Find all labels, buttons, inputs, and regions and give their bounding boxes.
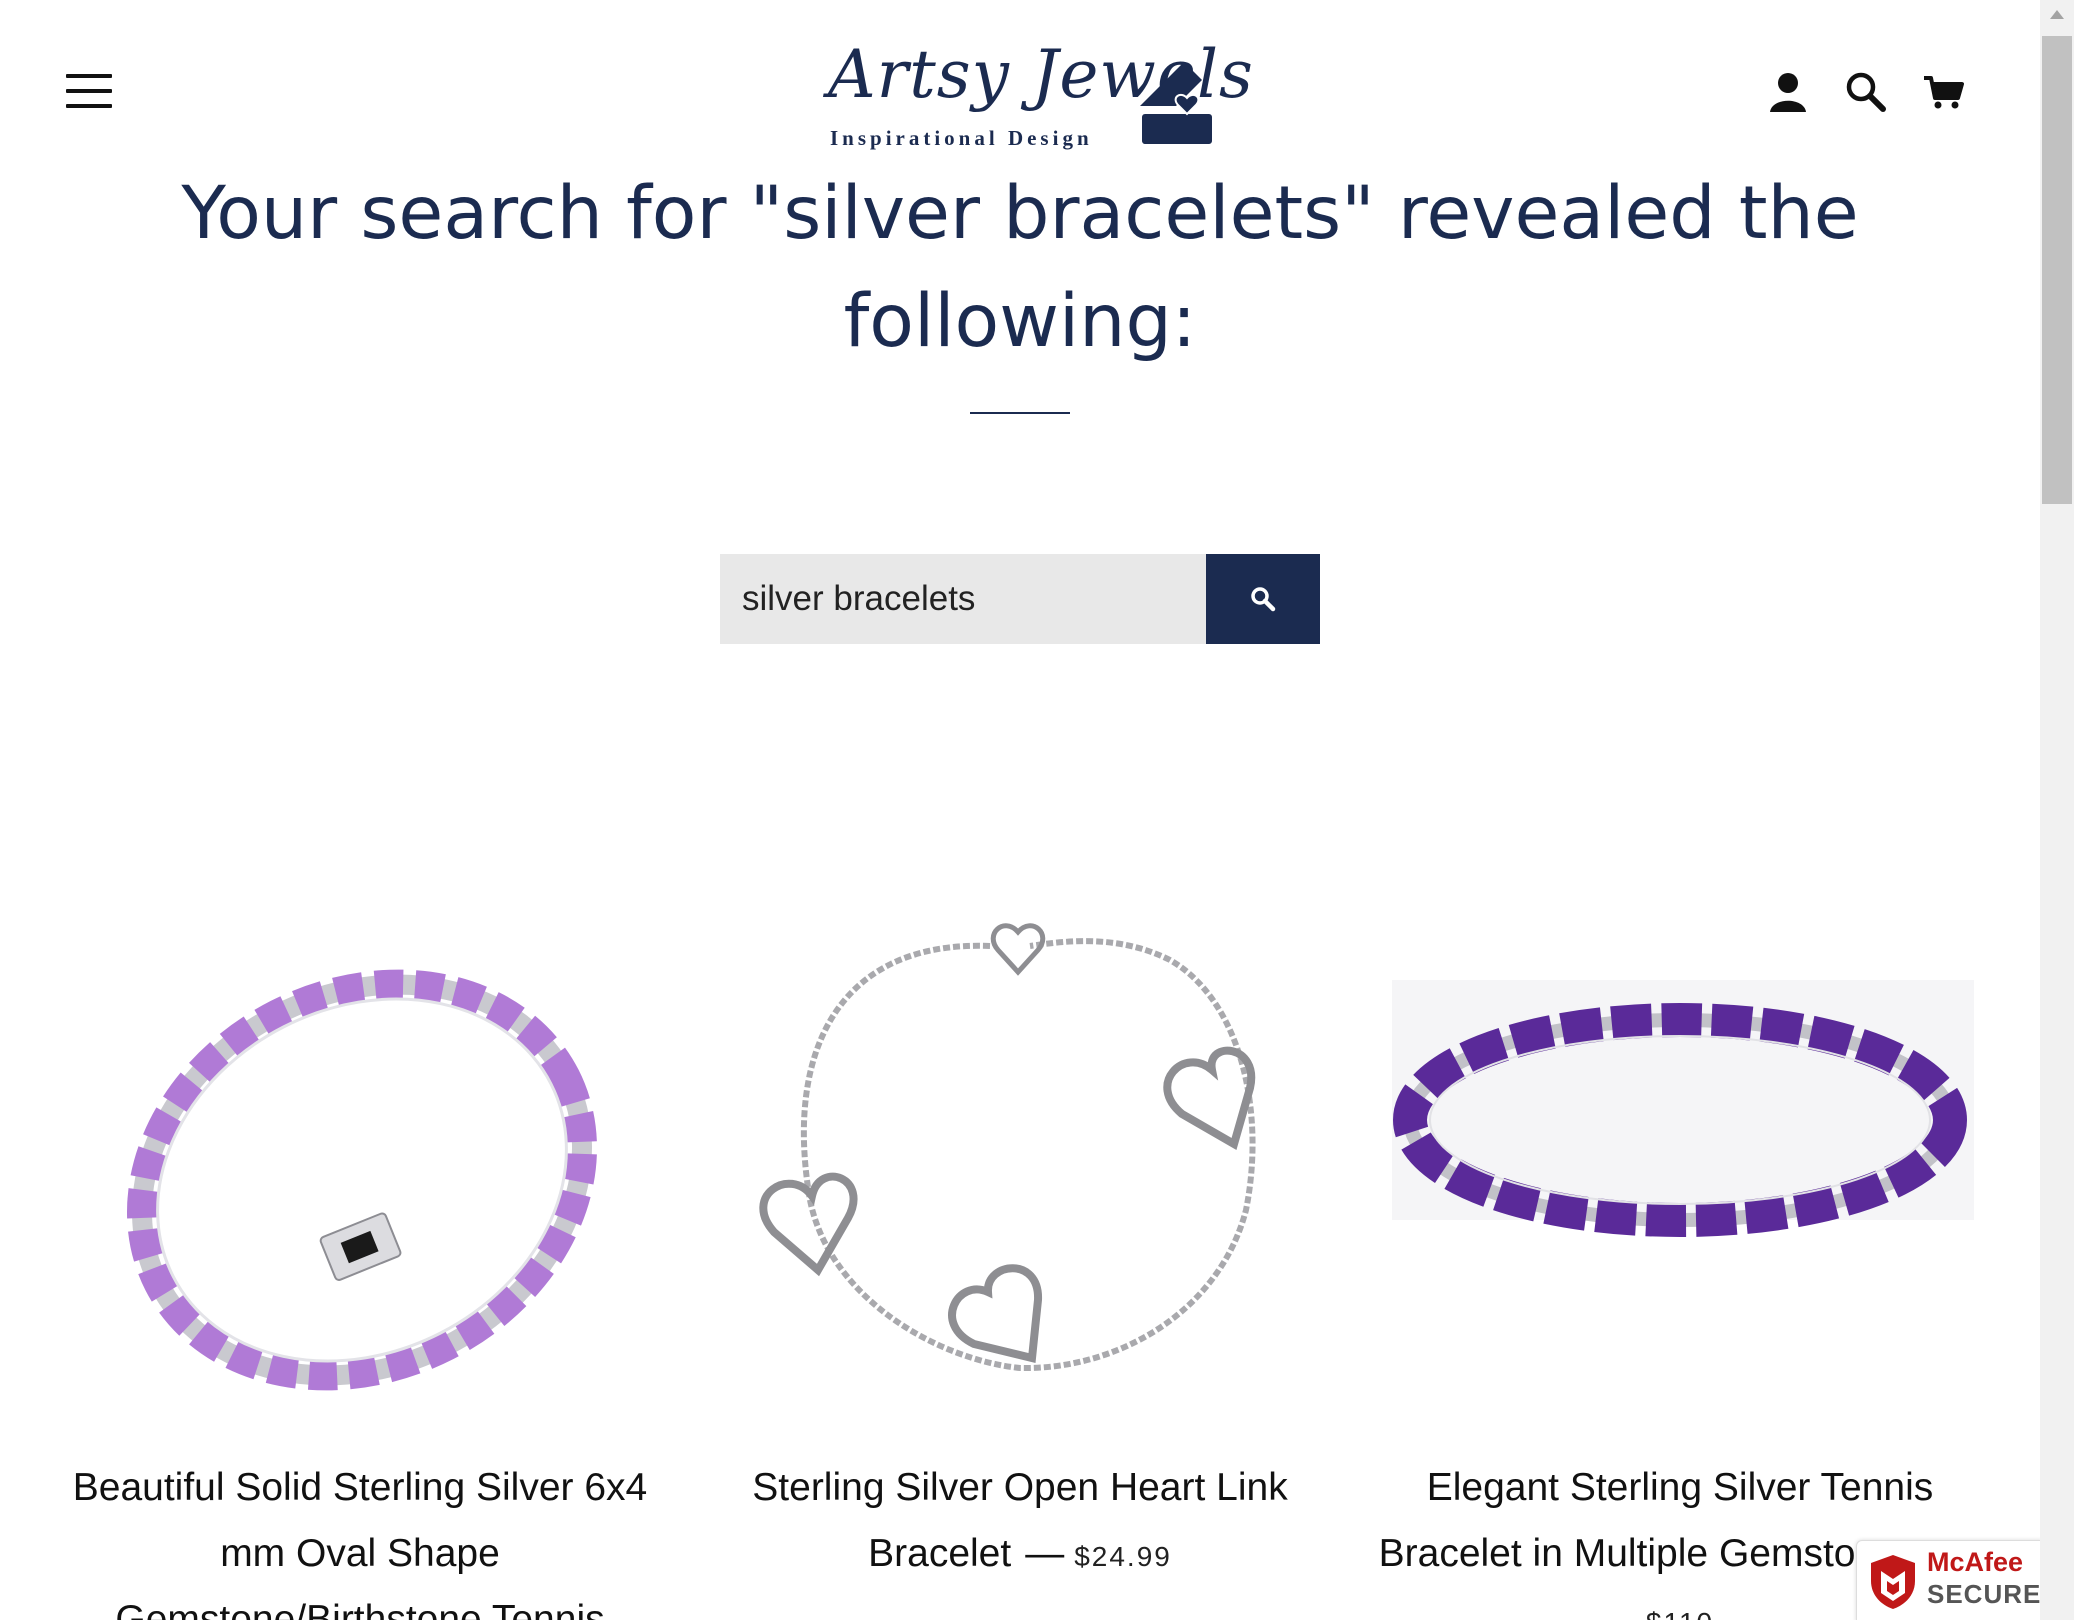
product-title[interactable]: Beautiful Solid Sterling Silver 6x4 mm O… [40,1455,680,1620]
title-divider [970,412,1070,414]
product-price: $110 [1646,1607,1714,1620]
search-icon [1846,72,1886,112]
scroll-up-arrow-icon[interactable] [2050,10,2064,19]
product-name: Beautiful Solid Sterling Silver 6x4 mm O… [72,1466,648,1620]
cart-button[interactable] [1922,70,1966,114]
header-search-button[interactable] [1844,70,1888,114]
product-name: Elegant Sterling Silver Tennis Bracelet … [1378,1466,1934,1575]
user-icon [1770,73,1806,112]
mcafee-shield-icon [1871,1555,1915,1609]
cart-icon [1924,76,1964,109]
title-price-separator: — [1025,1532,1065,1575]
logo-tagline: Inspirational Design [830,126,1093,150]
dark-amethyst-tennis-bracelet-image [1392,980,1974,1237]
search-input[interactable] [720,554,1206,644]
store-logo[interactable]: Artsy Jewels Inspirational Design [820,36,1253,156]
search-results-page: Artsy Jewels Inspirational Design Your s… [0,0,2040,1620]
search-icon [1251,587,1276,612]
product-price: $24.99 [1074,1541,1172,1572]
product-name: Sterling Silver Open Heart Link Bracelet [752,1466,1288,1575]
jewelry-box-icon [1140,62,1212,144]
page-title: Your search for "silver bracelets" revea… [181,171,1859,364]
search-submit-button[interactable] [1206,554,1320,644]
vertical-scrollbar[interactable] [2040,0,2074,1620]
amethyst-tennis-bracelet-image [126,969,598,1391]
hamburger-icon [66,74,112,78]
scrollbar-thumb[interactable] [2042,36,2072,504]
mcafee-brand: McAfee [1927,1547,2024,1577]
mcafee-secure-badge[interactable]: McAfee SECURE [1856,1540,2040,1620]
mcafee-secure-label: SECURE [1927,1579,2040,1609]
menu-button[interactable] [66,74,112,114]
account-button[interactable] [1766,70,1810,114]
product-title[interactable]: Sterling Silver Open Heart Link Bracelet… [700,1455,1340,1590]
open-heart-bracelet-image [759,923,1256,1372]
